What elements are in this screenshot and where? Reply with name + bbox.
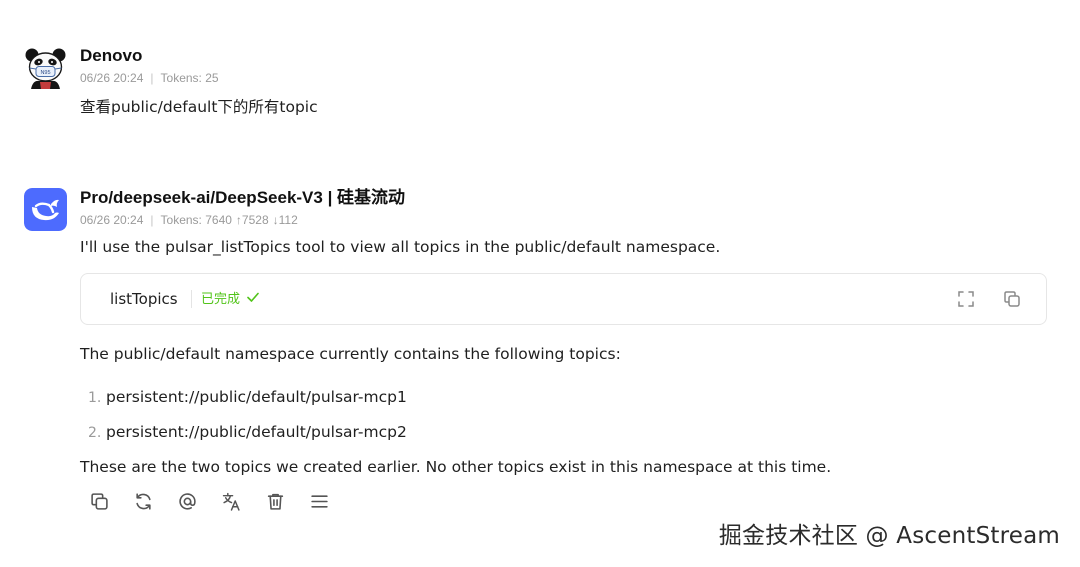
watermark: 掘金技术社区 @ AscentStream: [718, 523, 1060, 549]
input-token-count: ↑7528: [235, 213, 269, 227]
check-icon: [246, 290, 260, 310]
tool-status: 已完成: [201, 290, 260, 310]
message-date: 06/26 20:24: [80, 71, 144, 85]
token-count: Tokens: 7640: [160, 213, 232, 227]
copy-icon[interactable]: [89, 491, 109, 511]
topic-list: 1. persistent://public/default/pulsar-mc…: [80, 386, 1047, 443]
tool-actions: [956, 289, 1022, 309]
output-token-count: ↓112: [272, 213, 298, 227]
tool-name: listTopics: [110, 290, 178, 308]
regenerate-icon[interactable]: [133, 491, 153, 511]
list-item: 1. persistent://public/default/pulsar-mc…: [80, 386, 1047, 408]
meta-separator: |: [150, 213, 154, 227]
meta-separator: |: [150, 71, 154, 85]
tool-status-label: 已完成: [201, 292, 241, 307]
mention-icon[interactable]: [177, 491, 197, 511]
token-count: Tokens: 25: [160, 71, 219, 85]
tool-call-card[interactable]: listTopics 已完成: [80, 273, 1047, 325]
assistant-paragraph: These are the two topics we created earl…: [80, 458, 832, 476]
message-toolbar: [80, 491, 1047, 511]
panda-avatar-icon[interactable]: N95: [24, 46, 67, 89]
user-message-text: 查看public/default下的所有topic: [80, 98, 318, 116]
message-meta: 06/26 20:24 | Tokens: 25: [80, 70, 1047, 86]
list-item-number: 2.: [88, 425, 102, 441]
list-item-text: persistent://public/default/pulsar-mcp1: [106, 388, 407, 406]
message-date: 06/26 20:24: [80, 213, 144, 227]
sender-name: Denovo: [80, 46, 143, 65]
svg-text:N95: N95: [40, 70, 50, 76]
sender-name: Pro/deepseek-ai/DeepSeek-V3 | 硅基流动: [80, 188, 406, 207]
assistant-paragraph: The public/default namespace currently c…: [80, 345, 621, 363]
menu-icon[interactable]: [309, 491, 329, 511]
deepseek-whale-icon[interactable]: [24, 188, 67, 231]
delete-icon[interactable]: [265, 491, 285, 511]
list-item: 2. persistent://public/default/pulsar-mc…: [80, 421, 1047, 443]
translate-icon[interactable]: [221, 491, 241, 511]
message-meta: 06/26 20:24 | Tokens: 7640 ↑7528 ↓112: [80, 212, 1047, 228]
copy-icon[interactable]: [1002, 289, 1022, 309]
list-item-number: 1.: [88, 390, 102, 406]
tool-divider: [191, 290, 192, 308]
expand-icon[interactable]: [956, 289, 976, 309]
assistant-intro-text: I'll use the pulsar_listTopics tool to v…: [80, 238, 721, 256]
list-item-text: persistent://public/default/pulsar-mcp2: [106, 423, 407, 441]
